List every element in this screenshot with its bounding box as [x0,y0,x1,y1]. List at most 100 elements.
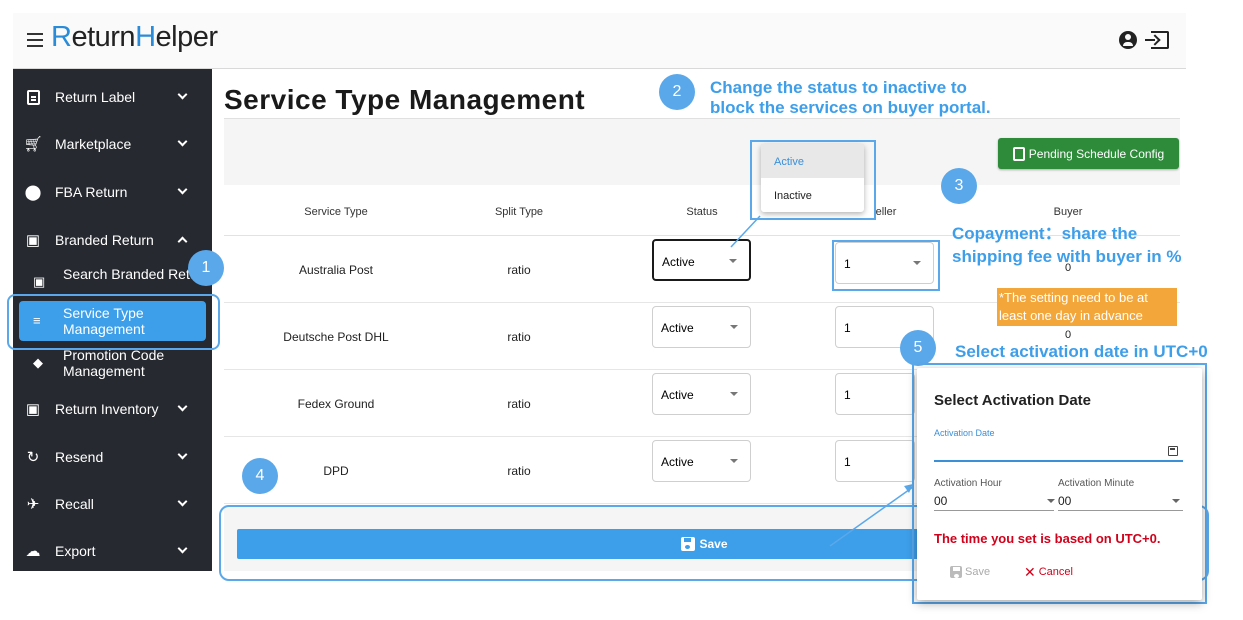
page: ReturnHelper Return Label 🛒︎ Marketplace… [0,0,1243,620]
seller-value: 1 [844,388,851,402]
sidebar-item-return-label[interactable]: Return Label [13,82,212,112]
top-header: ReturnHelper [13,13,1186,69]
calendar-icon[interactable] [1168,446,1178,456]
logout-icon[interactable] [1145,31,1169,49]
sidebar-item-recall[interactable]: ✈ Recall [13,489,212,519]
column-header-seller: eller [875,206,897,218]
dialog-save-button[interactable]: Save [950,566,990,578]
sync-icon: ↻ [26,449,40,466]
logo-arrow-h: H [135,21,156,53]
sidebar-item-label: Promotion Code Management [63,347,165,379]
split-type-cell: ratio [507,464,531,478]
split-type-cell: ratio [507,330,531,344]
status-select-value: Active [661,388,694,402]
chevron-down-icon [177,496,188,507]
chevron-down-icon [177,184,188,195]
caret-down-icon [1047,499,1055,503]
sidebar-item-label: Export [55,543,96,559]
activation-hour-select[interactable] [934,510,1054,511]
logo-text-helper: elper [155,21,219,53]
seller-value: 1 [844,321,851,335]
cart-icon: 🛒︎ [23,136,43,153]
activation-minute-select[interactable] [1058,510,1183,511]
column-header-status: Status [686,206,718,218]
annotation-note-3: Copayment：share the shipping fee with bu… [952,222,1182,268]
sidebar-item-label: Branded Return [55,232,154,248]
note-3-line-1: Copayment：share the [952,224,1138,243]
seller-copayment-select[interactable]: 1 [835,440,915,482]
logo-arrow-r: R [51,21,72,53]
activation-minute-label: Activation Minute [1058,478,1135,489]
step-badge-1: 1 [188,250,224,286]
status-select[interactable]: Active [652,440,751,482]
buyer-value: 0 [1065,329,1072,341]
advance-setting-warning: *The setting need to be at least one day… [997,288,1177,326]
logo-text-return: eturn [71,21,136,53]
note-2-line-2: block the services on buyer portal. [710,98,991,117]
sidebar-item-label: Return Label [55,89,136,105]
archive-icon: ▣ [25,401,41,418]
chevron-down-icon [177,401,188,412]
status-select-value: Active [662,255,695,269]
step-badge-5: 5 [900,330,936,366]
clipboard-icon [1012,146,1025,161]
sidebar-item-promotion-code-management[interactable]: ◆ Promotion Code Management [13,345,212,381]
service-type-cell: Australia Post [298,263,374,277]
page-title: Service Type Management [224,84,586,115]
activation-hour-value: 00 [934,494,948,508]
pending-schedule-config-button[interactable]: Pending Schedule Config [998,138,1179,169]
annotation-note-2: Change the status to inactive to block t… [710,78,991,118]
status-select-value: Active [661,321,694,335]
activation-date-label: Activation Date [934,428,995,438]
sidebar-item-label: Recall [55,496,94,512]
status-select[interactable]: Active [652,239,751,281]
dialog-title: Select Activation Date [934,392,1091,409]
activation-hour-label: Activation Hour [934,478,1002,489]
app-logo[interactable]: ReturnHelper [51,21,218,54]
sidebar-item-label: Return Inventory [55,401,159,417]
status-option-inactive[interactable]: Inactive [761,178,864,212]
dots-icon: ⬤ [24,184,42,201]
calendar-icon: ▣ [25,232,41,249]
step-badge-2: 2 [659,74,695,110]
seller-value: 1 [844,455,851,469]
tag-icon: ◆ [33,355,43,370]
sidebar-item-branded-return[interactable]: ▣ Branded Return [13,225,212,255]
caret-down-icon [729,259,737,263]
sidebar-item-label: Marketplace [55,136,132,152]
status-select[interactable]: Active [652,306,751,348]
status-option-active[interactable]: Active [761,144,864,178]
sidebar-item-fba-return[interactable]: ⬤ FBA Return [13,177,212,207]
chevron-down-icon [177,136,188,147]
status-dropdown-menu: Active Inactive [761,144,864,212]
dialog-cancel-button[interactable]: ✕ Cancel [1024,563,1073,580]
floppy-disk-icon [950,566,962,578]
step-badge-3: 3 [941,168,977,204]
activation-minute-value: 00 [1058,494,1072,508]
note-3-line-2: shipping fee with buyer in % [952,247,1182,266]
seller-copayment-select[interactable]: 1 [835,373,915,415]
step-badge-4: 4 [242,458,278,494]
note-2-line-1: Change the status to inactive to [710,78,967,97]
account-icon[interactable] [1119,31,1137,49]
service-type-cell: Deutsche Post DHL [283,330,389,344]
status-select[interactable]: Active [652,373,751,415]
split-type-cell: ratio [507,397,531,411]
service-type-cell: DPD [323,464,349,478]
activation-date-dialog: Select Activation Date Activation Date A… [917,368,1202,600]
hamburger-menu-icon[interactable] [27,33,43,47]
sidebar-item-resend[interactable]: ↻ Resend [13,442,212,472]
chevron-up-icon [177,236,188,247]
activation-date-input[interactable] [934,460,1183,462]
utc-warning-text: The time you set is based on UTC+0. [934,531,1161,546]
sidebar-item-label: FBA Return [55,184,128,200]
dialog-cancel-label: Cancel [1038,566,1073,578]
split-type-cell: ratio [507,263,531,277]
airplane-icon: ✈ [26,496,40,513]
close-icon: ✕ [1024,563,1036,580]
column-header-buyer: Buyer [1053,206,1083,218]
sidebar-item-export[interactable]: ☁ Export [13,536,212,566]
sidebar-item-marketplace[interactable]: 🛒︎ Marketplace [13,129,212,159]
sidebar-item-return-inventory[interactable]: ▣ Return Inventory [13,394,212,424]
chevron-down-icon [177,449,188,460]
